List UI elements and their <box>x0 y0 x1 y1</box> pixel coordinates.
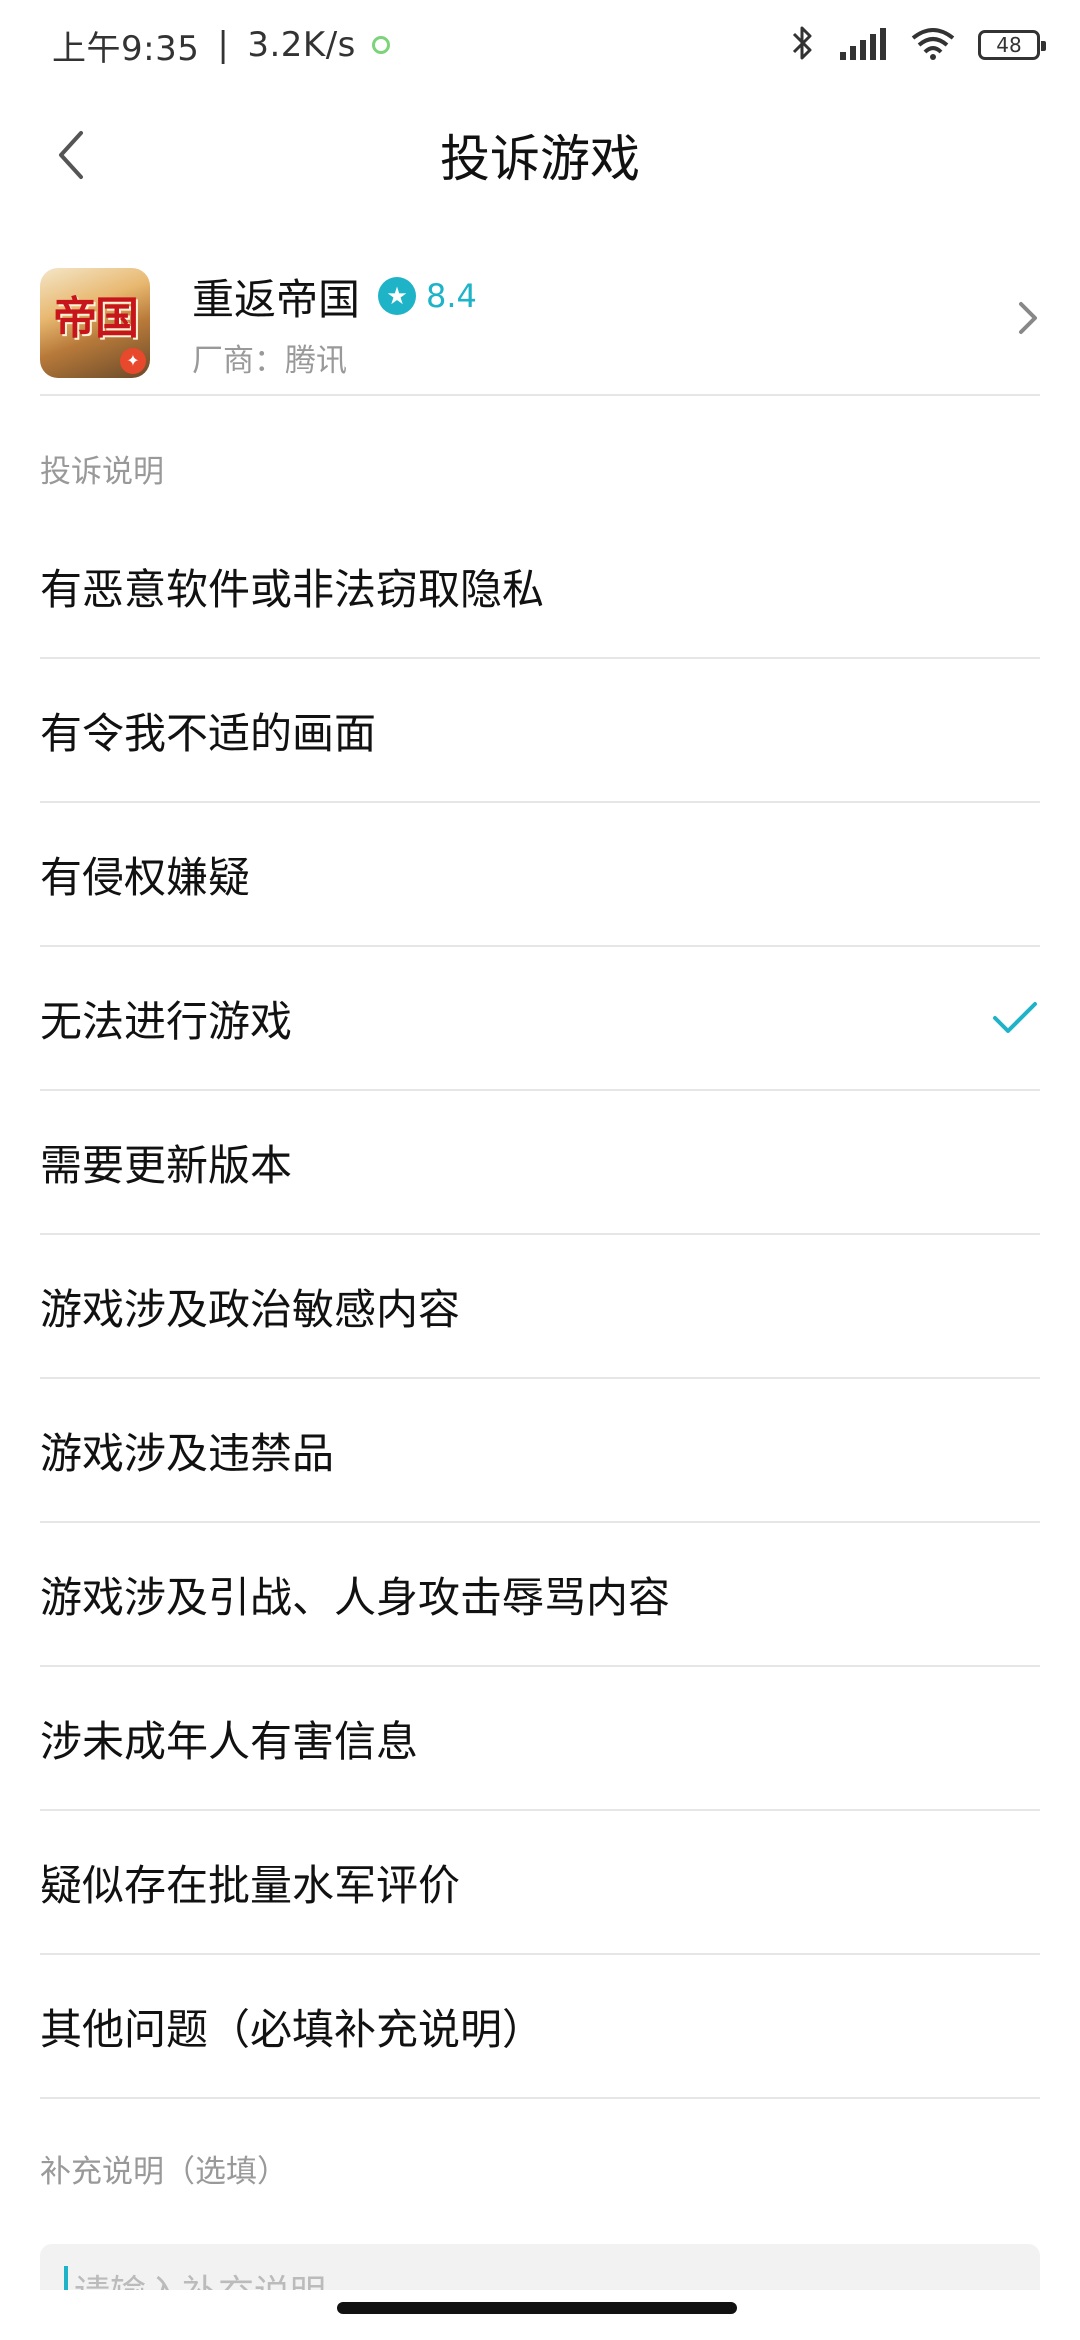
complaint-option-label: 涉未成年人有害信息 <box>40 1716 419 1766</box>
status-right: 48 <box>790 23 1046 67</box>
status-bar: 上午9:35 | 3.2K/s 48 <box>0 0 1080 90</box>
chevron-right-icon <box>1016 298 1040 342</box>
complaint-option[interactable]: 游戏涉及政治敏感内容 <box>40 1235 1040 1379</box>
complaint-option[interactable]: 涉未成年人有害信息 <box>40 1667 1040 1811</box>
complaint-option[interactable]: 需要更新版本 <box>40 1091 1040 1235</box>
chevron-left-icon <box>59 131 83 179</box>
complaint-option-label: 有恶意软件或非法窃取隐私 <box>40 564 545 614</box>
signal-icon <box>838 26 888 64</box>
battery-icon: 48 <box>978 30 1046 60</box>
status-separator: | <box>217 25 230 65</box>
complaint-option-label: 有令我不适的画面 <box>40 708 377 758</box>
divider <box>40 394 1040 396</box>
back-button[interactable] <box>36 120 106 190</box>
game-card[interactable]: 帝国 ✦ 重返帝国 ★ 8.4 厂商：腾讯 <box>40 250 1040 395</box>
complaint-option[interactable]: 游戏涉及引战、人身攻击辱骂内容 <box>40 1523 1040 1667</box>
complaint-section-label: 投诉说明 <box>40 454 164 490</box>
page-title: 投诉游戏 <box>440 130 640 188</box>
complaint-option[interactable]: 疑似存在批量水军评价 <box>40 1811 1040 1955</box>
game-badge-icon: ✦ <box>120 347 146 374</box>
complaint-option-label: 游戏涉及违禁品 <box>40 1428 335 1478</box>
title-bar: 投诉游戏 <box>0 100 1080 210</box>
game-name-line: 重返帝国 ★ 8.4 <box>192 266 477 327</box>
complaint-option[interactable]: 有令我不适的画面 <box>40 659 1040 803</box>
game-icon-text: 帝国 <box>53 292 139 344</box>
game-vendor: 厂商：腾讯 <box>192 342 347 379</box>
complaint-option[interactable]: 无法进行游戏 <box>40 947 1040 1091</box>
complaint-option-label: 需要更新版本 <box>40 1140 293 1190</box>
complaint-option[interactable]: 其他问题（必填补充说明） <box>40 1955 1040 2099</box>
complaint-option[interactable]: 游戏涉及违禁品 <box>40 1379 1040 1523</box>
game-name: 重返帝国 <box>192 274 361 324</box>
status-left: 上午9:35 | 3.2K/s <box>52 21 390 70</box>
status-time: 上午9:35 <box>52 28 200 69</box>
star-icon: ★ <box>378 277 417 315</box>
game-rating: 8.4 <box>426 277 477 315</box>
checkmark-icon <box>990 993 1040 1043</box>
complaint-option-label: 游戏涉及政治敏感内容 <box>40 1284 461 1334</box>
complaint-option-label: 疑似存在批量水军评价 <box>40 1860 461 1910</box>
complaint-option[interactable]: 有侵权嫌疑 <box>40 803 1040 947</box>
game-info: 重返帝国 ★ 8.4 厂商：腾讯 <box>192 266 477 380</box>
home-indicator[interactable] <box>337 2302 737 2314</box>
complaint-option-label: 无法进行游戏 <box>40 996 293 1046</box>
complaint-reason-list: 有恶意软件或非法窃取隐私 有令我不适的画面 有侵权嫌疑 无法进行游戏 需要更新版本 游戏涉… <box>40 515 1040 2099</box>
wifi-icon <box>910 26 956 64</box>
bottom-nav-area <box>0 2290 1080 2340</box>
complaint-option[interactable]: 有恶意软件或非法窃取隐私 <box>40 515 1040 659</box>
supplement-section-label: 补充说明（选填） <box>40 2154 288 2190</box>
notification-dot-icon <box>371 36 390 54</box>
game-icon: 帝国 ✦ <box>40 267 150 378</box>
bluetooth-icon <box>790 23 816 67</box>
complaint-option-label: 其他问题（必填补充说明） <box>40 2004 545 2054</box>
complaint-option-label: 游戏涉及引战、人身攻击辱骂内容 <box>40 1572 671 1622</box>
battery-level: 48 <box>996 33 1022 57</box>
complaint-page: 上午9:35 | 3.2K/s 48 投诉游戏 帝国 ✦ 重返帝国 ★ 8.4 … <box>0 0 1080 2340</box>
network-speed: 3.2K/s <box>247 25 356 65</box>
complaint-option-label: 有侵权嫌疑 <box>40 852 251 902</box>
